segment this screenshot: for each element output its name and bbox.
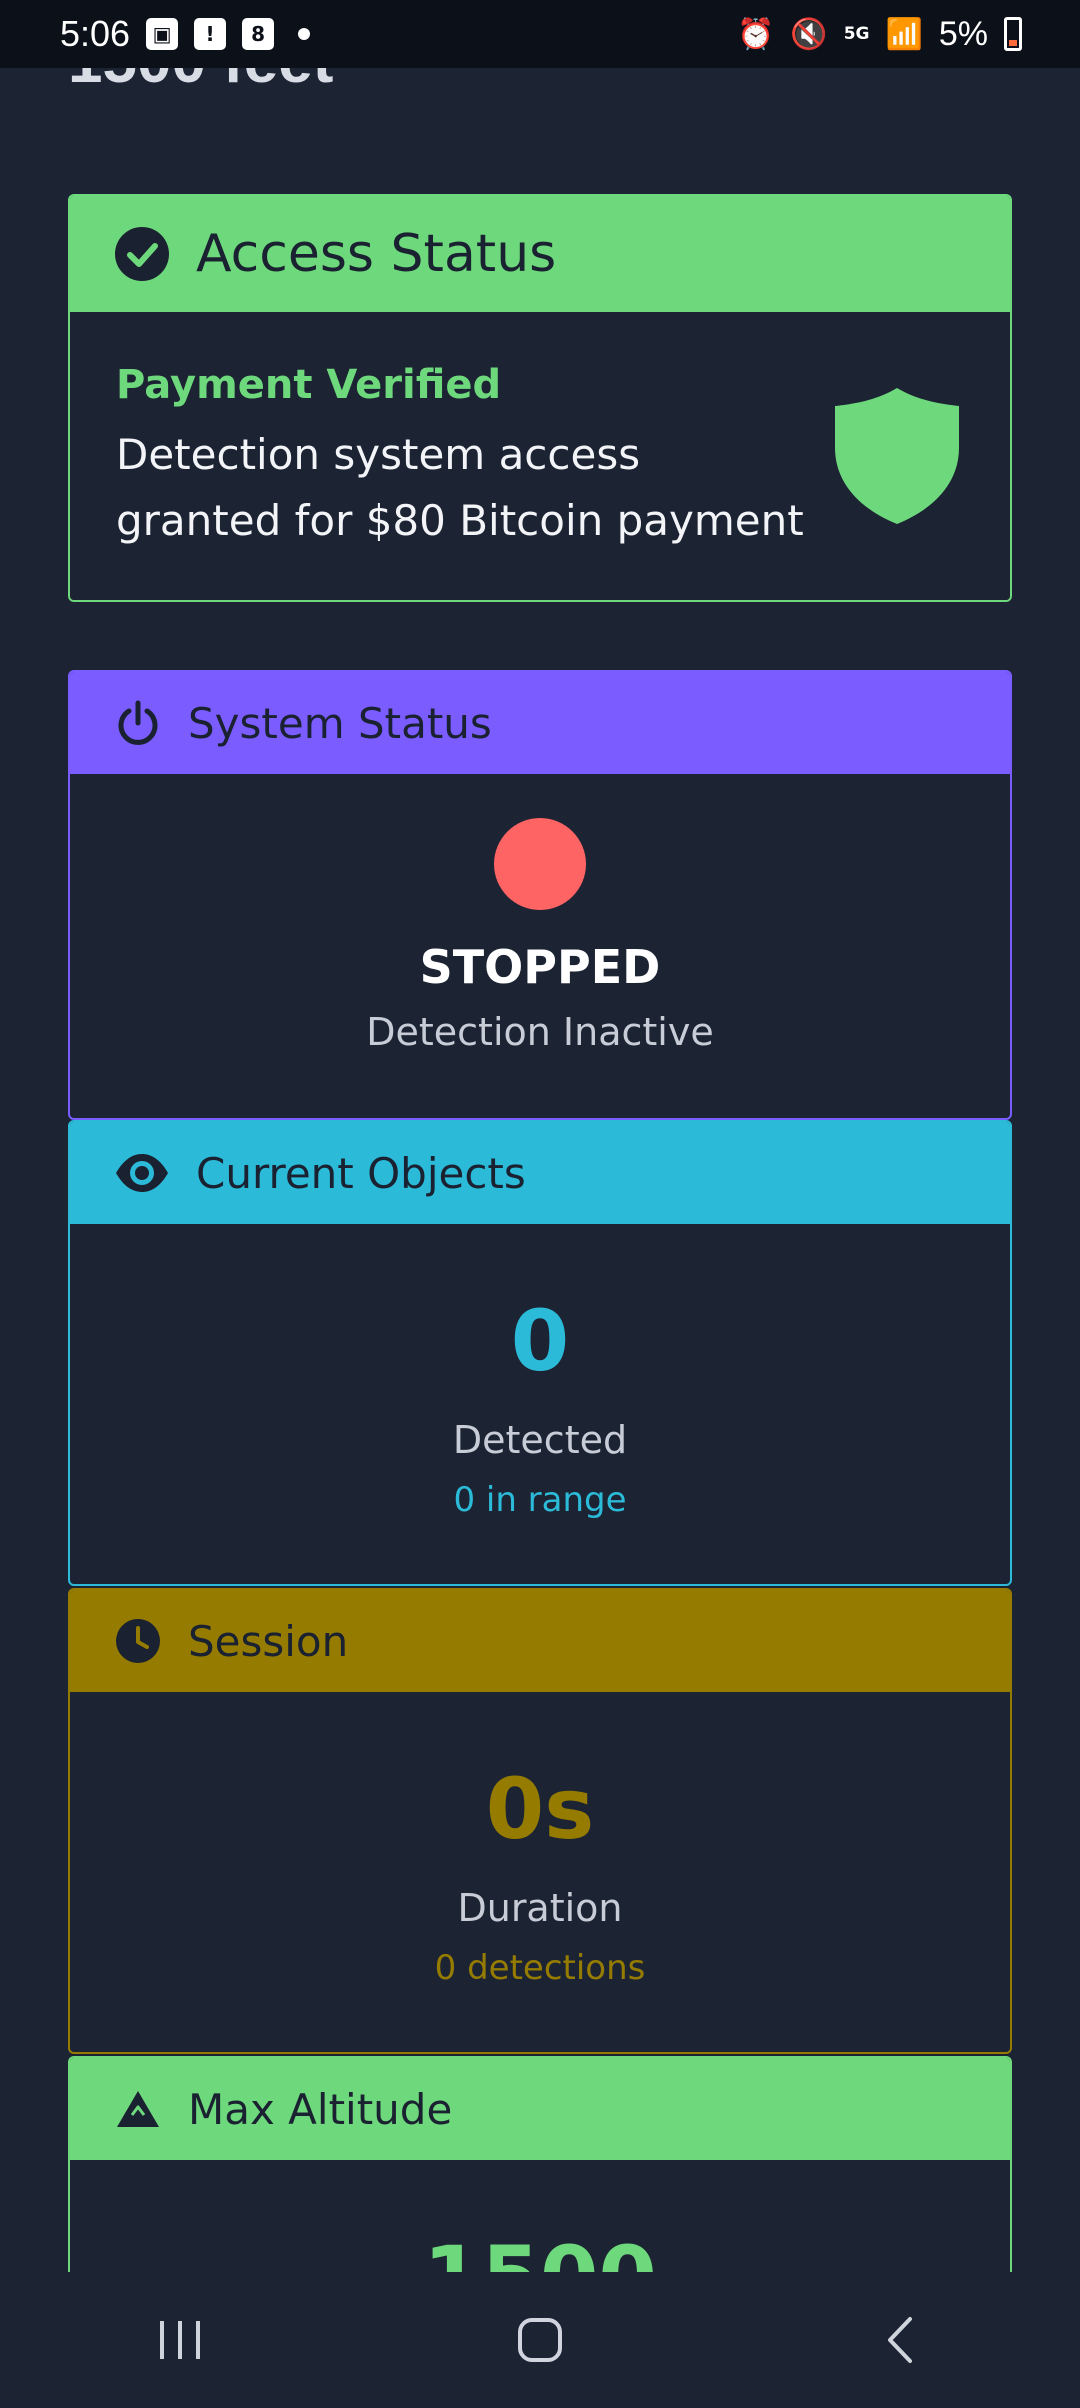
clock-time: 5:06	[60, 13, 131, 54]
recent-apps-icon	[160, 2321, 200, 2359]
session-duration: 0s	[485, 1760, 595, 1858]
home-icon	[518, 2318, 562, 2362]
screen: 1500 feet Access Status Payment Verified…	[0, 0, 1080, 2408]
system-state: STOPPED	[419, 940, 661, 994]
session-title: Session	[188, 1616, 349, 1666]
scroll-content[interactable]: 1500 feet Access Status Payment Verified…	[0, 0, 1080, 2272]
session-header: Session	[70, 1590, 1010, 1692]
objects-count: 0	[510, 1292, 570, 1390]
access-status-body: Payment Verified Detection system access…	[70, 312, 1010, 600]
max-altitude-body: 1500	[70, 2228, 1010, 2272]
calendar-notification-icon: 8	[242, 18, 275, 50]
gallery-notification-icon: ▣	[146, 18, 179, 50]
max-altitude-value: 1500	[70, 2228, 1010, 2272]
current-objects-title: Current Objects	[196, 1148, 526, 1198]
access-description: Detection system access granted for $80 …	[116, 430, 804, 545]
status-bar: 5:06 ▣ ! 8 ⏰ 🔇 5G 📶 5%	[0, 0, 1080, 68]
eye-icon	[116, 1154, 168, 1192]
navigation-bar	[0, 2272, 1080, 2408]
max-altitude-title: Max Altitude	[188, 2084, 453, 2134]
system-status-header: System Status	[70, 672, 1010, 774]
objects-in-range: 0 in range	[453, 1480, 627, 1520]
alarm-icon: ⏰	[736, 16, 775, 52]
shield-icon	[835, 388, 959, 524]
session-detections: 0 detections	[434, 1948, 646, 1988]
current-objects-header: Current Objects	[70, 1122, 1010, 1224]
check-circle-icon	[115, 227, 169, 281]
system-status-body: STOPPED Detection Inactive	[70, 818, 1010, 1054]
more-notifications-dot	[298, 28, 311, 40]
session-duration-label: Duration	[457, 1886, 623, 1930]
clock-icon	[116, 1619, 160, 1663]
current-objects-body: 0 Detected 0 in range	[70, 1292, 1010, 1520]
mountain-icon	[117, 2091, 159, 2127]
battery-icon	[1004, 17, 1022, 51]
power-icon	[118, 700, 158, 745]
max-altitude-header: Max Altitude	[70, 2058, 1010, 2160]
status-indicator-dot	[494, 818, 586, 910]
alert-notification-icon: !	[194, 18, 227, 50]
access-status-card: Access Status Payment Verified Detection…	[68, 194, 1012, 602]
system-state-detail: Detection Inactive	[366, 1010, 714, 1054]
back-icon	[888, 2317, 912, 2363]
battery-percent: 5%	[938, 14, 988, 53]
session-card: Session 0s Duration 0 detections	[68, 1588, 1012, 2054]
session-body: 0s Duration 0 detections	[70, 1760, 1010, 1988]
recent-apps-button[interactable]	[120, 2300, 240, 2380]
back-button[interactable]	[840, 2300, 960, 2380]
network-type-label: 5G	[843, 24, 870, 44]
max-altitude-card: Max Altitude 1500	[68, 2056, 1012, 2272]
access-status-title: Access Status	[196, 224, 557, 284]
mute-icon: 🔇	[790, 16, 828, 52]
home-button[interactable]	[480, 2300, 600, 2380]
objects-label: Detected	[452, 1418, 628, 1462]
access-status-header: Access Status	[70, 196, 1010, 312]
current-objects-card: Current Objects 0 Detected 0 in range	[68, 1120, 1012, 1586]
system-status-card: System Status STOPPED Detection Inactive	[68, 670, 1012, 1120]
signal-icon: 📶	[885, 16, 923, 52]
system-status-title: System Status	[188, 698, 492, 748]
